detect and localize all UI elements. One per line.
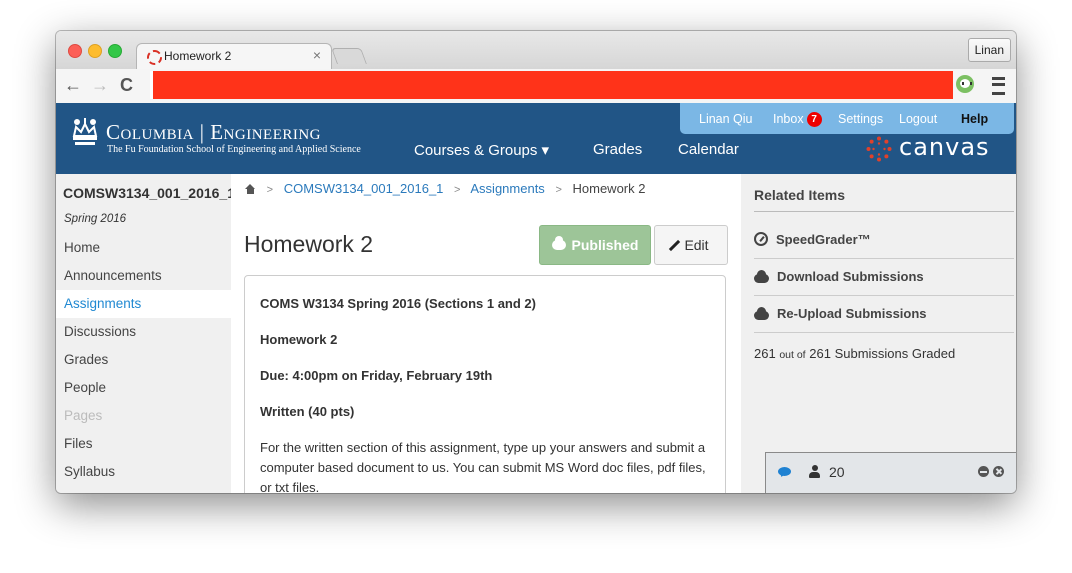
main-content: > COMSW3134_001_2016_1 > Assignments > H… (231, 174, 741, 493)
edit-button[interactable]: Edit (654, 225, 728, 265)
description-homework-line: Homework 2 (260, 332, 338, 347)
tab-bar: Homework 2 × Linan (56, 31, 1016, 70)
description-paragraph: For the written section of this assignme… (260, 440, 706, 493)
graded-out-of: out of (779, 349, 806, 361)
graded-summary: 261 out of 261 Submissions Graded (754, 346, 955, 361)
published-button[interactable]: Published (539, 225, 651, 265)
inbox-link[interactable]: Inbox 7 (773, 112, 822, 127)
cloud-download-icon (754, 270, 769, 283)
course-term: Spring 2016 (64, 213, 127, 225)
related-items-heading: Related Items (754, 187, 1014, 212)
breadcrumb-separator: > (555, 184, 562, 196)
cloud-upload-icon (754, 307, 769, 320)
breadcrumb-separator: > (454, 184, 461, 196)
chat-bubble-icon[interactable] (778, 467, 791, 476)
reupload-submissions-label: Re-Upload Submissions (777, 306, 927, 321)
speedgrader-label: SpeedGrader™ (776, 232, 871, 247)
speedgrader-link[interactable]: SpeedGrader™ (754, 222, 1014, 259)
minimize-icon[interactable] (978, 466, 989, 477)
sidebar-item-people[interactable]: People (56, 374, 231, 402)
forward-arrow-icon[interactable]: → (91, 75, 109, 95)
canvas-mark-icon (866, 136, 892, 162)
online-user-count: 20 (829, 464, 845, 480)
description-course-line: COMS W3134 Spring 2016 (Sections 1 and 2… (260, 296, 536, 311)
tab-title: Homework 2 (164, 49, 232, 63)
inbox-unread-badge: 7 (806, 112, 822, 127)
logout-link[interactable]: Logout (899, 112, 937, 126)
sidebar-item-home[interactable]: Home (56, 234, 231, 262)
canvas-favicon-icon (147, 50, 162, 65)
user-icon (809, 465, 820, 478)
logo-main-text: Columbia | Engineering (106, 120, 322, 144)
browser-window: Homework 2 × Linan ← → C Columbia | Engi… (56, 31, 1016, 493)
graded-total: 261 (809, 346, 831, 361)
home-icon[interactable] (245, 184, 256, 194)
address-bar-redacted[interactable] (150, 71, 953, 99)
sidebar-item-syllabus[interactable]: Syllabus (56, 458, 231, 486)
minimize-window-button[interactable] (88, 44, 102, 58)
logo-subtitle: The Fu Foundation School of Engineering … (107, 144, 361, 155)
hamburger-menu-icon[interactable] (992, 77, 1005, 95)
download-submissions-label: Download Submissions (777, 269, 924, 284)
sidebar-item-pages[interactable]: Pages (56, 402, 231, 430)
sidebar-item-grades[interactable]: Grades (56, 346, 231, 374)
user-menu: Linan Qiu Inbox 7 Settings Logout Help (680, 103, 1014, 134)
edit-label: Edit (684, 237, 709, 253)
description-due-line: Due: 4:00pm on Friday, February 19th (260, 368, 493, 383)
breadcrumb-assignments-link[interactable]: Assignments (470, 181, 544, 196)
sidebar-item-announcements[interactable]: Announcements (56, 262, 231, 290)
sidebar-item-discussions[interactable]: Discussions (56, 318, 231, 346)
page-title: Homework 2 (244, 231, 374, 257)
inbox-label: Inbox (773, 112, 804, 126)
course-sidebar: COMSW3134_001_2016_1 Spring 2016 Home An… (56, 174, 235, 493)
profile-button[interactable]: Linan (967, 38, 1011, 62)
new-tab-button[interactable] (331, 48, 367, 64)
maximize-window-button[interactable] (108, 44, 122, 58)
tab-close-icon[interactable]: × (313, 47, 321, 63)
panda-extension-icon[interactable] (956, 75, 974, 93)
nav-courses-groups[interactable]: Courses & Groups ▾ (414, 141, 549, 159)
sidebar-item-assignments[interactable]: Assignments (56, 290, 231, 318)
settings-link[interactable]: Settings (838, 112, 883, 126)
related-items-panel: Related Items SpeedGrader™ Download Subm… (741, 174, 1016, 493)
breadcrumb: > COMSW3134_001_2016_1 > Assignments > H… (245, 181, 645, 196)
assignment-description: COMS W3134 Spring 2016 (Sections 1 and 2… (244, 275, 726, 493)
breadcrumb-separator: > (266, 184, 274, 196)
help-link[interactable]: Help (961, 112, 988, 126)
canvas-wordmark: canvas (899, 133, 990, 161)
browser-tab[interactable]: Homework 2 × (136, 43, 332, 70)
sidebar-item-files[interactable]: Files (56, 430, 231, 458)
chat-widget: 20 (765, 452, 1016, 493)
crown-icon (72, 118, 98, 145)
nav-grades[interactable]: Grades (593, 141, 642, 158)
pencil-icon (669, 239, 681, 252)
user-name-link[interactable]: Linan Qiu (699, 112, 753, 126)
reload-icon[interactable]: C (120, 75, 133, 95)
breadcrumb-current: Homework 2 (572, 181, 646, 196)
canvas-header: Columbia | Engineering The Fu Foundation… (56, 103, 1016, 174)
graded-suffix: Submissions Graded (834, 346, 956, 361)
close-icon[interactable] (993, 466, 1004, 477)
graded-count: 261 (754, 346, 776, 361)
browser-toolbar: ← → C (56, 69, 1016, 104)
download-submissions-link[interactable]: Download Submissions (754, 259, 1014, 296)
back-arrow-icon[interactable]: ← (64, 75, 82, 95)
cloud-check-icon (551, 236, 566, 250)
published-label: Published (571, 237, 639, 253)
nav-calendar[interactable]: Calendar (678, 141, 739, 158)
course-title: COMSW3134_001_2016_1 (63, 185, 236, 201)
breadcrumb-course-link[interactable]: COMSW3134_001_2016_1 (284, 181, 444, 196)
reupload-submissions-link[interactable]: Re-Upload Submissions (754, 296, 1014, 333)
close-window-button[interactable] (68, 44, 82, 58)
gauge-icon (754, 232, 768, 246)
description-written-heading: Written (40 pts) (260, 404, 355, 419)
